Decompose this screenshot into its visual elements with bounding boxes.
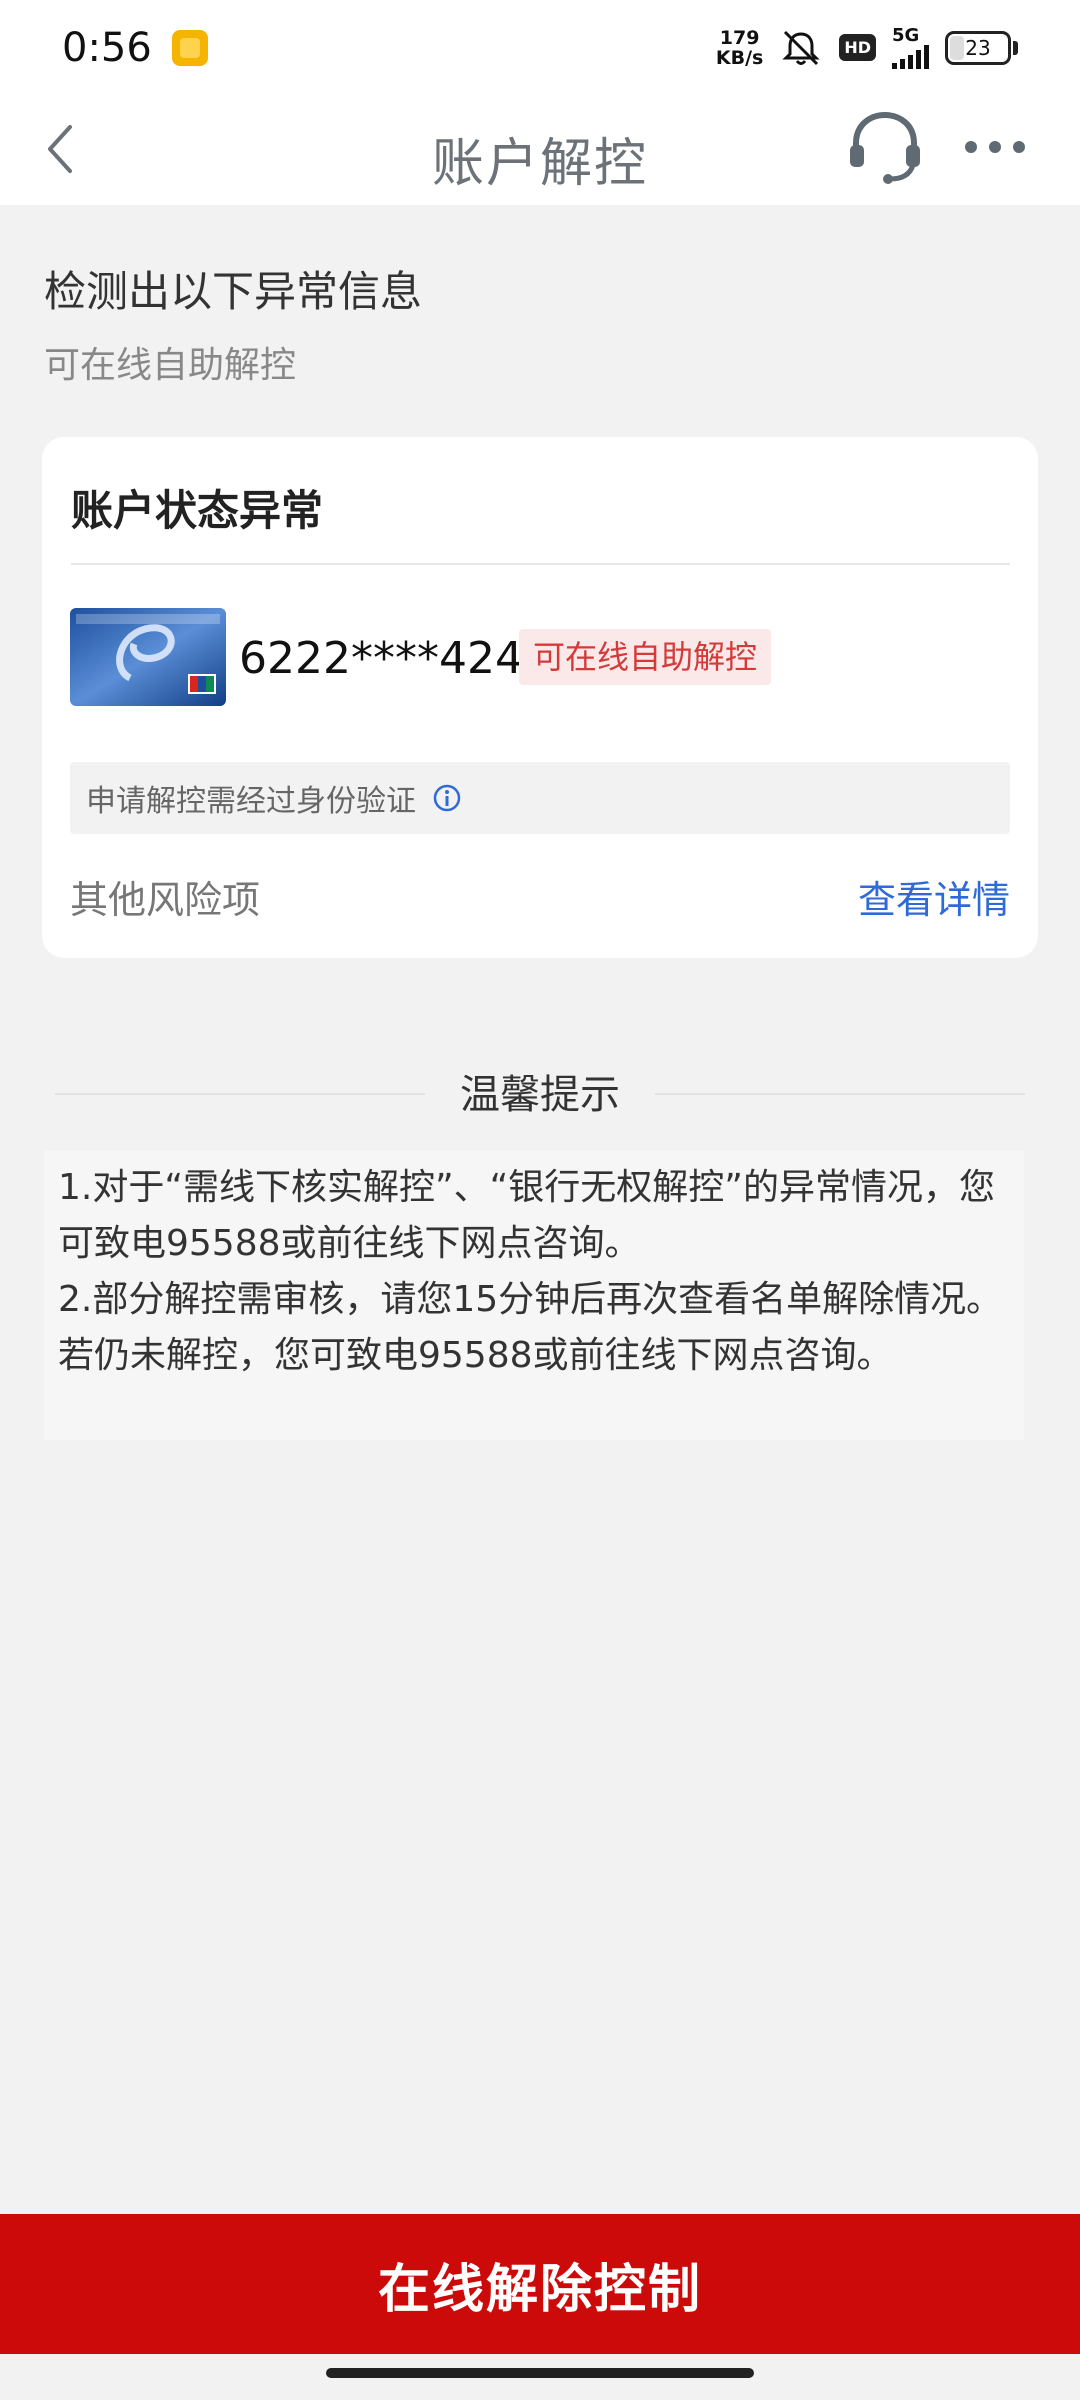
other-risk-label: 其他风险项 [70, 878, 261, 922]
signal-indicator: 5G [892, 24, 929, 69]
net-speed-value: 179 [719, 26, 760, 49]
info-icon[interactable] [432, 783, 462, 813]
status-left: 0:56 [62, 25, 208, 71]
status-badge: 可在线自助解控 [519, 629, 772, 685]
tip-item: 1.对于“需线下核实解控”、“银行无权解控”的异常情况，您可致电95588或前往… [58, 1167, 995, 1264]
card-divider [71, 563, 1010, 565]
tips-title: 温馨提示 [0, 1062, 1080, 1120]
page: 0:56 179 KB/s HD 5G 23 账户解控 检测出以下异常信息 可在… [0, 0, 1080, 2400]
anomaly-subheading: 可在线自助解控 [44, 345, 297, 386]
net-speed: 179 KB/s [716, 28, 763, 68]
network-type: 5G [892, 24, 920, 46]
verify-notice-text: 申请解控需经过身份验证 [86, 784, 416, 819]
account-number: 6222****4243 [239, 633, 551, 684]
view-detail-link[interactable]: 查看详情 [858, 869, 1010, 924]
signal-bars-icon [892, 44, 929, 69]
net-speed-unit: KB/s [715, 46, 764, 69]
battery-level-fill [950, 35, 964, 60]
card-title: 账户状态异常 [71, 486, 324, 535]
home-indicator[interactable] [326, 2368, 754, 2378]
account-status-card: 账户状态异常 6222****4243 可在线自助解控 申请解控需经过身份验证 [42, 437, 1038, 958]
notification-app-icon [171, 29, 208, 66]
anomaly-heading: 检测出以下异常信息 [44, 267, 423, 316]
hd-badge: HD [839, 34, 876, 61]
bell-muted-icon [782, 30, 820, 65]
online-unlock-button[interactable]: 在线解除控制 [0, 2214, 1080, 2354]
status-time: 0:56 [62, 24, 152, 71]
tip-item: 2.部分解控需审核，请您15分钟后再次查看名单解除情况。若仍未解控，您可致电95… [58, 1279, 1003, 1376]
nav-bar: 账户解控 [0, 95, 1080, 205]
tips-box: 1.对于“需线下核实解控”、“银行无权解控”的异常情况，您可致电95588或前往… [44, 1150, 1024, 1440]
headset-icon[interactable] [846, 107, 924, 187]
bank-card-image [70, 608, 226, 706]
more-dots-icon[interactable] [962, 135, 1028, 159]
battery-icon: 23 [945, 30, 1018, 65]
status-bar: 0:56 179 KB/s HD 5G 23 [0, 0, 1080, 95]
verify-notice: 申请解控需经过身份验证 [70, 762, 1010, 834]
status-right: 179 KB/s HD 5G 23 [716, 24, 1018, 69]
battery-percent: 23 [965, 35, 991, 60]
tips-title-text: 温馨提示 [440, 1072, 640, 1118]
